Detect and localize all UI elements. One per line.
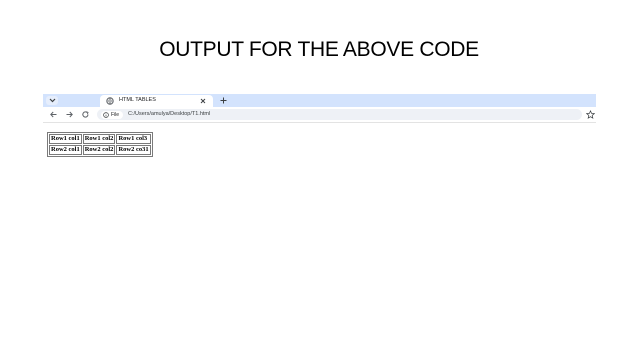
favicon-icon	[106, 97, 114, 105]
slide-title: OUTPUT FOR THE ABOVE CODE	[159, 38, 479, 61]
table-cell: Row2 co31	[116, 145, 151, 155]
tab-title: HTML TABLES	[119, 96, 156, 103]
chip-label: File	[111, 111, 120, 118]
address-bar[interactable]: File C:/Users/amulya/Desktop/T1.html	[97, 109, 582, 120]
star-icon[interactable]	[586, 110, 595, 119]
info-icon	[103, 111, 109, 118]
reload-icon[interactable]	[81, 110, 90, 119]
browser-window: HTML TABLES File C:/Users/amulya/Desktop…	[43, 94, 596, 123]
tab-strip: HTML TABLES	[43, 94, 596, 107]
close-icon[interactable]	[199, 97, 207, 105]
table-row: Row2 col1 Row2 col2 Row2 co31	[49, 145, 151, 155]
table-cell: Row2 col2	[82, 145, 116, 155]
table-cell: Row1 col2	[82, 134, 116, 144]
table-cell: Row1 col1	[49, 134, 82, 144]
tab-search-button[interactable]	[46, 96, 58, 105]
browser-toolbar: File C:/Users/amulya/Desktop/T1.html	[43, 107, 596, 123]
url-text: C:/Users/amulya/Desktop/T1.html	[128, 111, 211, 117]
forward-icon[interactable]	[65, 110, 74, 119]
table-cell: Row1 col3	[116, 134, 151, 144]
html-table: Row1 col1 Row1 col2 Row1 col3 Row2 col1 …	[47, 132, 153, 157]
plus-icon[interactable]	[219, 96, 228, 105]
table-cell: Row2 col1	[49, 145, 82, 155]
tab-search-icon	[49, 98, 55, 103]
table-row: Row1 col1 Row1 col2 Row1 col3	[49, 134, 151, 144]
tab-html-tables[interactable]: HTML TABLES	[100, 95, 213, 107]
site-info-chip[interactable]: File	[101, 110, 124, 119]
back-icon[interactable]	[49, 110, 58, 119]
